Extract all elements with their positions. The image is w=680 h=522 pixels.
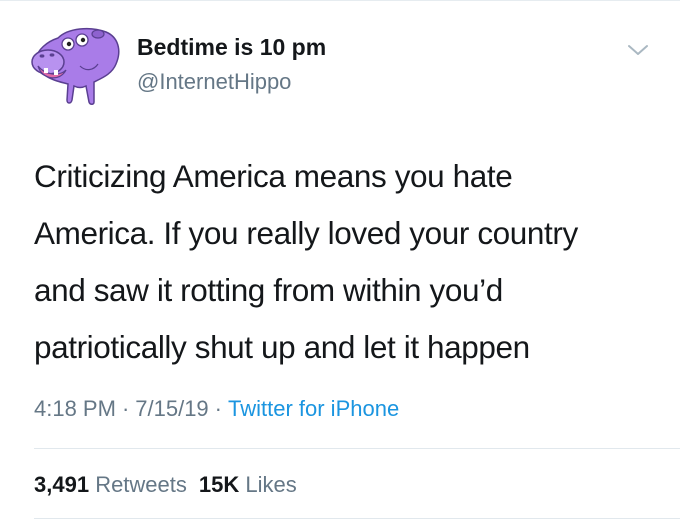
retweets-label: Retweets [95,472,187,497]
divider [34,518,680,519]
tweet-time[interactable]: 4:18 PM [34,396,116,421]
tweet-source-link[interactable]: Twitter for iPhone [228,396,399,421]
meta-separator: · [121,396,130,421]
tweet-date[interactable]: 7/15/19 [135,396,208,421]
tweet-text: Criticizing America means you hate Ameri… [34,148,654,376]
tweet-meta: 4:18 PM · 7/15/19 · Twitter for iPhone [34,396,399,422]
user-handle[interactable]: @InternetHippo [137,69,291,95]
divider [34,448,680,449]
avatar[interactable] [28,20,124,108]
top-divider [0,0,680,1]
likes-count: 15K [198,472,240,497]
likes-label: Likes [245,472,297,497]
meta-separator: · [214,396,222,421]
display-name[interactable]: Bedtime is 10 pm [137,34,326,61]
retweets-stat[interactable]: 3,491 Retweets [34,472,187,497]
tweet-line: and saw it rotting from within you’d [34,272,503,308]
chevron-down-icon[interactable] [626,42,650,58]
retweets-count: 3,491 [34,472,90,497]
tweet-line: America. If you really loved your countr… [34,215,578,251]
tweet-line: Criticizing America means you hate [34,158,513,194]
likes-stat[interactable]: 15K Likes [199,472,297,497]
hippo-avatar-icon [31,27,120,105]
tweet-line: patriotically shut up and let it happen [34,329,530,365]
tweet-stats: 3,491 Retweets 15K Likes [34,472,297,498]
